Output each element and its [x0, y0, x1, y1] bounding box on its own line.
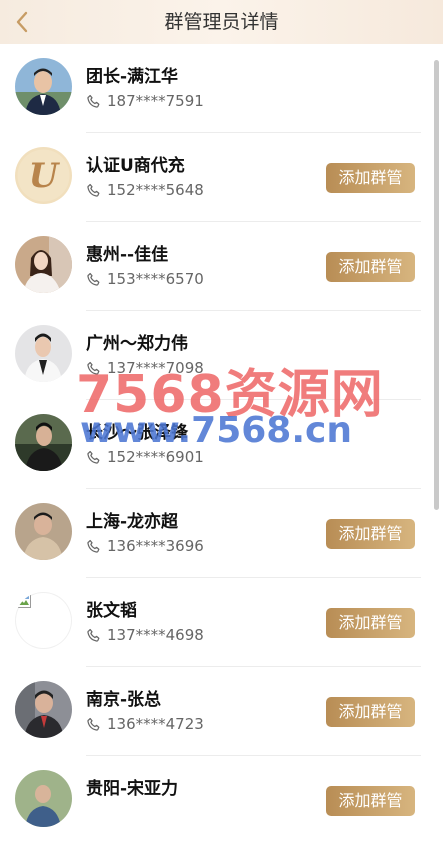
member-name: 团长-满江华 — [86, 67, 179, 87]
add-admin-button[interactable]: 添加群管 — [326, 608, 415, 638]
member-name: 长沙～张泽锋 — [86, 423, 188, 443]
add-admin-button[interactable]: 添加群管 — [326, 786, 415, 816]
member-name: 惠州--佳佳 — [86, 245, 169, 265]
list-item[interactable]: 长沙～张泽锋 152****6901 — [0, 400, 443, 489]
broken-image-icon — [17, 594, 31, 608]
phone-icon — [87, 628, 100, 642]
svg-text:U: U — [29, 156, 61, 196]
phone-number: 187****7591 — [107, 92, 204, 110]
add-admin-button[interactable]: 添加群管 — [326, 163, 415, 193]
phone-number: 152****6901 — [107, 448, 204, 466]
member-name: 广州～郑力伟 — [86, 334, 188, 354]
member-phone: 137****7098 — [86, 358, 204, 378]
avatar[interactable] — [15, 770, 72, 827]
member-name: 上海-龙亦超 — [86, 512, 179, 532]
member-name: 张文韬 — [86, 601, 137, 621]
phone-icon — [87, 361, 100, 375]
phone-number: 137****7098 — [107, 359, 204, 377]
add-admin-button[interactable]: 添加群管 — [326, 252, 415, 282]
phone-number: 136****4723 — [107, 715, 204, 733]
list-item[interactable]: 惠州--佳佳 153****6570 添加群管 — [0, 222, 443, 311]
avatar[interactable] — [15, 503, 72, 560]
phone-number: 153****6570 — [107, 270, 204, 288]
list-item[interactable]: 上海-龙亦超 136****3696 添加群管 — [0, 489, 443, 578]
member-list: 团长-满江华 187****7591 U 认证U商代充 152****5648 … — [0, 44, 443, 845]
phone-icon — [87, 717, 100, 731]
member-phone: 152****6901 — [86, 447, 204, 467]
phone-icon — [87, 183, 100, 197]
phone-number: 152****5648 — [107, 181, 204, 199]
add-admin-button[interactable]: 添加群管 — [326, 519, 415, 549]
member-phone: 137****4698 — [86, 625, 204, 645]
member-phone: 136****3696 — [86, 536, 204, 556]
list-item[interactable]: U 认证U商代充 152****5648 添加群管 — [0, 133, 443, 222]
avatar[interactable]: U — [15, 147, 72, 204]
header-bar: 群管理员详情 — [0, 0, 443, 44]
scrollbar[interactable] — [434, 60, 439, 510]
add-admin-button[interactable]: 添加群管 — [326, 697, 415, 727]
avatar[interactable] — [15, 58, 72, 115]
list-item[interactable]: 广州～郑力伟 137****7098 — [0, 311, 443, 400]
phone-icon — [87, 450, 100, 464]
avatar[interactable] — [15, 414, 72, 471]
member-name: 南京-张总 — [86, 690, 162, 710]
phone-icon — [87, 272, 100, 286]
member-phone: 152****5648 — [86, 180, 204, 200]
avatar[interactable] — [15, 681, 72, 738]
member-phone: 136****4723 — [86, 714, 204, 734]
phone-icon — [87, 539, 100, 553]
list-item[interactable]: 张文韬 137****4698 添加群管 — [0, 578, 443, 667]
phone-icon — [87, 94, 100, 108]
avatar[interactable] — [15, 325, 72, 382]
phone-number: 136****3696 — [107, 537, 204, 555]
member-name: 贵阳-宋亚力 — [86, 779, 179, 799]
member-phone: 187****7591 — [86, 91, 204, 111]
list-item[interactable]: 贵阳-宋亚力 添加群管 — [0, 756, 443, 845]
phone-number: 137****4698 — [107, 626, 204, 644]
list-item[interactable]: 团长-满江华 187****7591 — [0, 44, 443, 133]
avatar[interactable] — [15, 592, 72, 649]
page-title: 群管理员详情 — [164, 11, 279, 33]
list-item[interactable]: 南京-张总 136****4723 添加群管 — [0, 667, 443, 756]
avatar[interactable] — [15, 236, 72, 293]
member-phone: 153****6570 — [86, 269, 204, 289]
member-name: 认证U商代充 — [86, 156, 185, 176]
